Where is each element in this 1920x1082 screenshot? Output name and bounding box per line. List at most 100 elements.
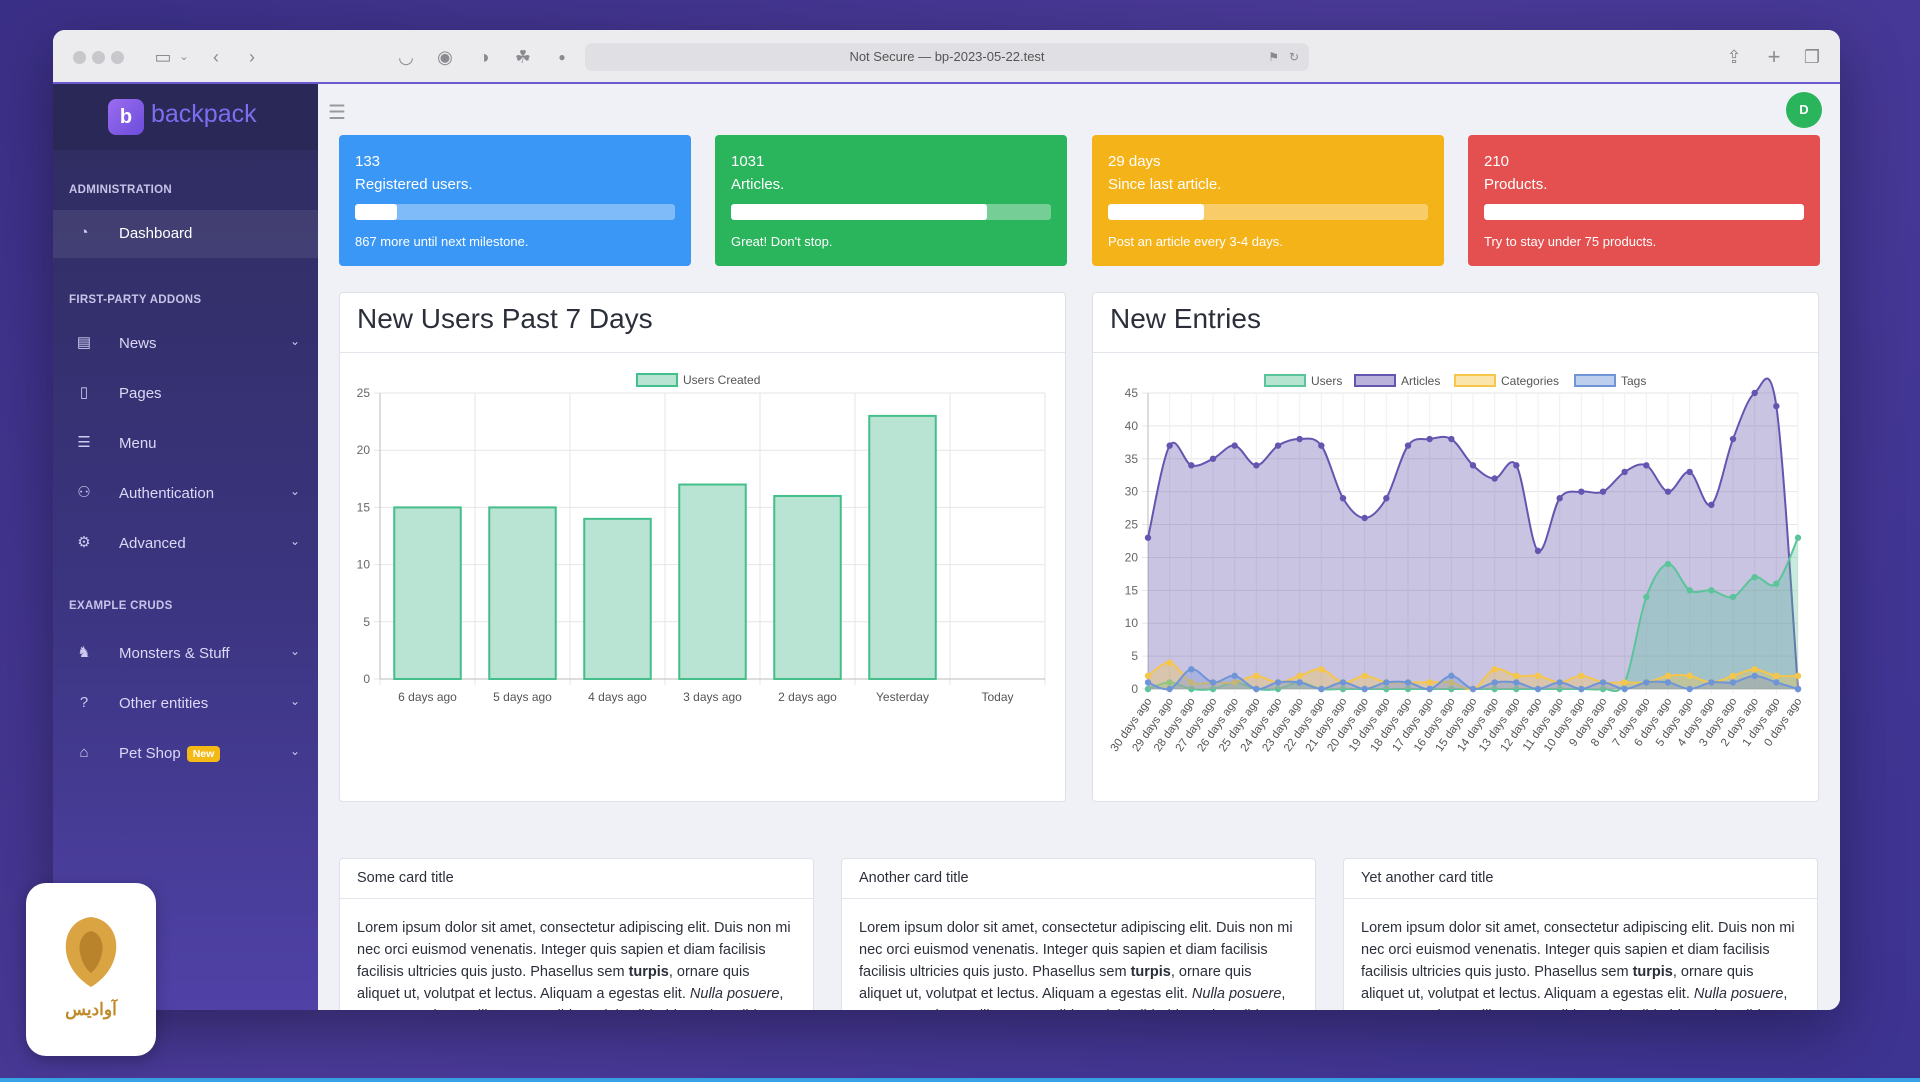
stat-description: 867 more until next milestone. <box>355 234 529 249</box>
brand[interactable]: b backpack <box>53 84 318 150</box>
data-point <box>1469 685 1477 693</box>
data-point <box>1621 679 1628 686</box>
close-window-button[interactable] <box>73 51 86 64</box>
data-point <box>1794 534 1802 541</box>
stat-progress-track <box>731 204 1051 220</box>
data-point <box>1751 666 1758 673</box>
sidebar-item-label: Pet Shop New <box>119 745 221 762</box>
tab-overview-icon[interactable]: ❐ <box>1799 44 1825 70</box>
sidebar-item-dashboard[interactable]: ◔ Dashboard <box>53 210 318 258</box>
chevron-down-icon[interactable]: ⌄ <box>171 44 197 70</box>
text-card: Yet another card title Lorem ipsum dolor… <box>1343 858 1818 1010</box>
address-bar[interactable]: Not Secure — bp-2023-05-22.test ⚑ ↻ <box>585 43 1309 71</box>
data-point <box>1188 462 1195 469</box>
minimize-window-button[interactable] <box>92 51 105 64</box>
lorem-italic: Nulla posuere <box>1693 986 1784 1002</box>
card-title: Some card title <box>340 859 813 899</box>
translate-icon[interactable]: ⚑ <box>1268 43 1279 71</box>
y-tick-label: 20 <box>1125 550 1139 564</box>
hamburger-menu-icon[interactable]: ☰ <box>328 100 346 125</box>
list-icon: ☰ <box>77 434 91 451</box>
stat-progress-fill <box>1484 204 1804 220</box>
sidebar-item-pages[interactable]: ▯ Pages <box>53 370 318 418</box>
data-point <box>1578 685 1585 693</box>
legend-swatch <box>1264 374 1306 387</box>
sidebar-item-label: Pages <box>119 385 162 402</box>
data-point <box>1188 666 1195 673</box>
stat-card-days: 29 days Since last article. Post an arti… <box>1092 135 1444 266</box>
x-tick-label: 5 days ago <box>493 690 552 704</box>
legend-swatch <box>636 373 678 387</box>
pocket-icon[interactable]: ◡ <box>393 44 419 70</box>
data-point <box>1296 672 1303 680</box>
entries-area-chart: Users Articles Categories Tags 0 5 10 15 20 25 30 3… <box>1109 374 1804 754</box>
y-tick-label: 5 <box>1131 649 1138 663</box>
data-point <box>1773 402 1780 410</box>
data-point <box>1686 587 1693 594</box>
data-point <box>1231 672 1238 680</box>
legend-label: Categories <box>1501 374 1559 388</box>
data-point <box>1708 587 1715 594</box>
pet-shop-icon: ⌂ <box>79 744 89 761</box>
back-arrow-icon[interactable]: ‹ <box>203 44 229 70</box>
sidebar-item-pet-shop[interactable]: ⌂ Pet Shop New ⌄ <box>53 730 318 778</box>
file-icon: ▯ <box>79 384 89 401</box>
data-point <box>1166 659 1173 666</box>
data-point <box>1794 685 1802 693</box>
adblock-icon[interactable]: ● <box>549 44 575 70</box>
data-point <box>1664 488 1672 495</box>
sidebar-item-label: Monsters & Stuff <box>119 645 230 662</box>
data-point <box>1751 672 1758 680</box>
stat-card-articles: 1031 Articles. Great! Don't stop. <box>715 135 1067 266</box>
data-point <box>1643 593 1650 601</box>
reload-icon[interactable]: ↻ <box>1289 43 1299 71</box>
lorem-italic: Nulla posuere <box>1191 986 1282 1002</box>
data-point <box>1556 679 1563 686</box>
data-point <box>1469 462 1477 469</box>
zoom-window-button[interactable] <box>111 51 124 64</box>
bar <box>868 414 937 680</box>
new-tab-icon[interactable]: + <box>1761 44 1787 70</box>
text-card: Another card title Lorem ipsum dolor sit… <box>841 858 1316 1010</box>
sidebar-item-news[interactable]: ▤ News ⌄ <box>53 320 318 368</box>
gauge-icon: ◔ <box>79 224 89 241</box>
user-avatar[interactable]: D <box>1786 92 1822 128</box>
legend-label: Articles <box>1401 374 1440 388</box>
y-tick-label: 0 <box>363 672 370 686</box>
data-point <box>1361 685 1368 693</box>
sidebar-item-monsters[interactable]: ♞ Monsters & Stuff ⌄ <box>53 630 318 678</box>
forward-arrow-icon[interactable]: › <box>239 44 265 70</box>
chart-legend: Users Created <box>636 373 760 387</box>
card-body: Lorem ipsum dolor sit amet, consectetur … <box>842 899 1315 1010</box>
data-point <box>1209 679 1217 686</box>
data-point <box>1274 679 1282 686</box>
chevron-down-icon: ⌄ <box>289 644 300 658</box>
x-tick-label: Yesterday <box>876 690 929 704</box>
data-point <box>1426 685 1433 693</box>
stat-value: 29 days <box>1108 153 1161 170</box>
data-point <box>1599 488 1607 495</box>
data-point <box>1664 679 1672 686</box>
onepassword-icon[interactable]: ◉ <box>432 44 458 70</box>
sidebar-item-other-entities[interactable]: ? Other entities ⌄ <box>53 680 318 728</box>
y-tick-label: 10 <box>1125 616 1139 630</box>
sidebar-item-menu[interactable]: ☰ Menu <box>53 420 318 468</box>
data-point <box>1231 442 1238 449</box>
nav-section-example-cruds: EXAMPLE CRUDS <box>69 600 173 612</box>
chevron-down-icon: ⌄ <box>289 694 300 708</box>
legend-swatch <box>1574 374 1616 387</box>
data-point <box>1426 435 1433 443</box>
users-bar-chart: Users Created 0 5 10 15 20 25 6 days ago 5 days … <box>357 373 1046 704</box>
data-point <box>1448 435 1455 443</box>
watermark-text: آوادیس <box>65 1000 117 1019</box>
share-icon[interactable]: ⇪ <box>1721 44 1747 70</box>
legend-label: Tags <box>1621 374 1646 388</box>
sidebar-item-authentication[interactable]: ⚇ Authentication ⌄ <box>53 470 318 518</box>
bar <box>488 506 557 680</box>
y-tick-label: 20 <box>357 443 371 457</box>
data-point <box>1751 389 1758 397</box>
data-point <box>1166 442 1173 449</box>
shield-icon[interactable]: ◑ <box>471 44 497 70</box>
extension-icon[interactable]: ☘ <box>510 44 536 70</box>
sidebar-item-advanced[interactable]: ⚙ Advanced ⌄ <box>53 520 318 568</box>
